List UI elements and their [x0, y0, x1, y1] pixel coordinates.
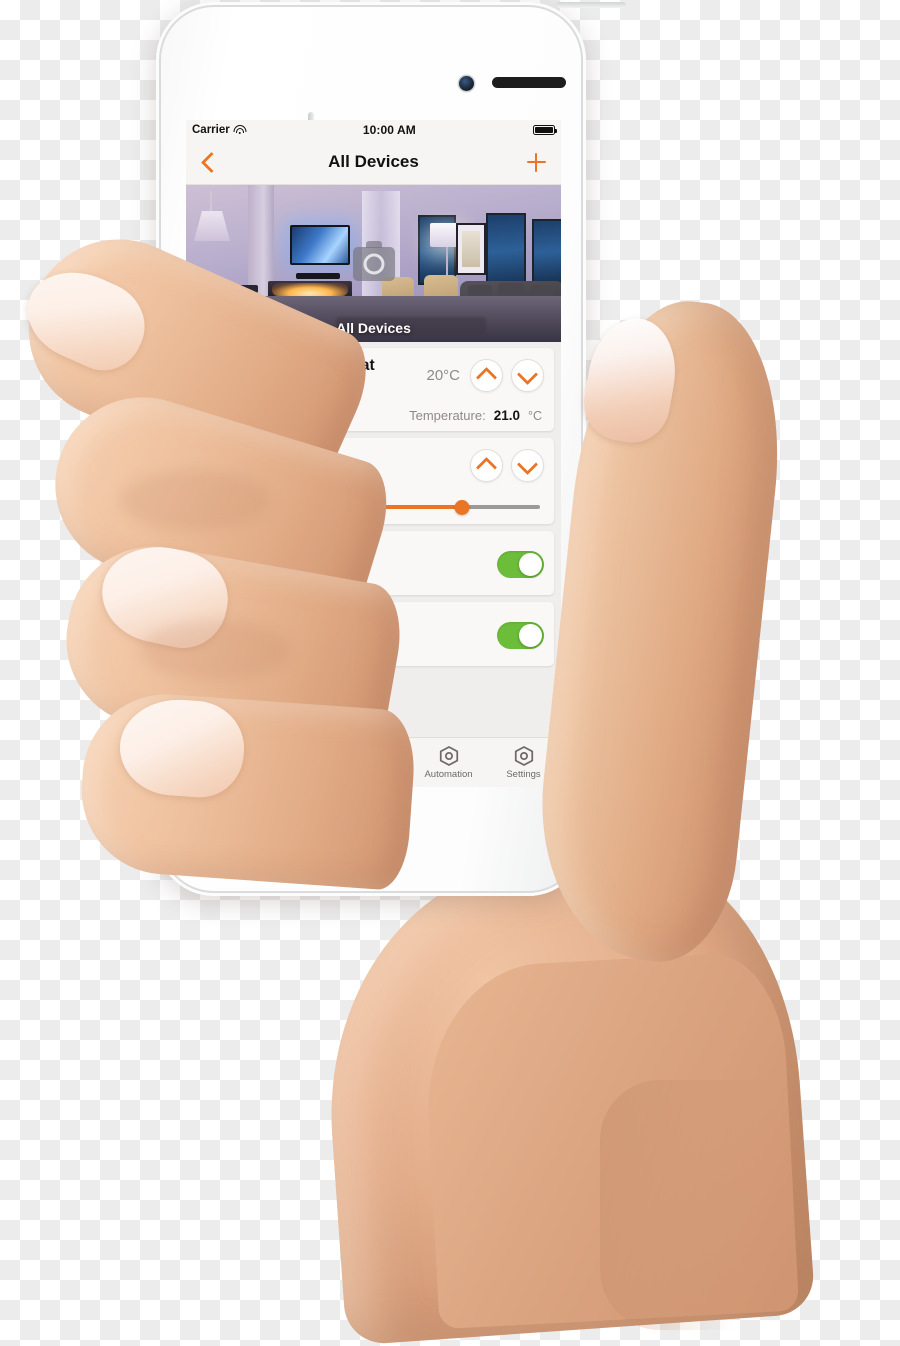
hand-fingers-front: [0, 0, 900, 1300]
plus-icon: [526, 152, 546, 172]
little-finger: [76, 688, 418, 892]
add-device-button[interactable]: [521, 147, 551, 177]
